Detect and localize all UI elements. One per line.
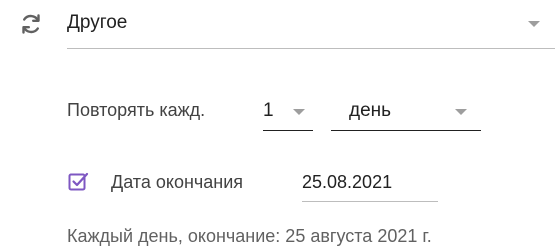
sync-icon bbox=[19, 12, 43, 36]
recurrence-summary: Каждый день, окончание: 25 августа 2021 … bbox=[67, 226, 432, 246]
repeat-every-label: Повторять кажд. bbox=[67, 100, 206, 120]
recurrence-type-select[interactable]: Другое bbox=[67, 0, 555, 49]
repeat-unit-value: день bbox=[349, 100, 392, 121]
checkbox-checked-icon bbox=[68, 172, 89, 191]
end-date-checkbox[interactable] bbox=[67, 171, 89, 193]
dropdown-arrow-icon bbox=[528, 21, 540, 27]
recurrence-panel: Другое Повторять кажд. 1 день Дата оконч… bbox=[0, 0, 555, 252]
end-date-input[interactable]: 25.08.2021 bbox=[302, 165, 438, 202]
repeat-interval-select[interactable]: 1 bbox=[263, 90, 313, 131]
end-date-value: 25.08.2021 bbox=[302, 172, 393, 192]
end-date-row: Дата окончания 25.08.2021 bbox=[67, 165, 467, 203]
repeat-every-row: Повторять кажд. 1 день bbox=[67, 90, 487, 132]
recurrence-type-row: Другое bbox=[0, 0, 555, 49]
recurrence-type-value: Другое bbox=[67, 12, 128, 33]
dropdown-arrow-icon bbox=[455, 109, 467, 115]
repeat-interval-value: 1 bbox=[263, 100, 274, 121]
dropdown-arrow-icon bbox=[293, 109, 305, 115]
end-date-label: Дата окончания bbox=[111, 172, 244, 192]
repeat-unit-select[interactable]: день bbox=[331, 90, 481, 131]
